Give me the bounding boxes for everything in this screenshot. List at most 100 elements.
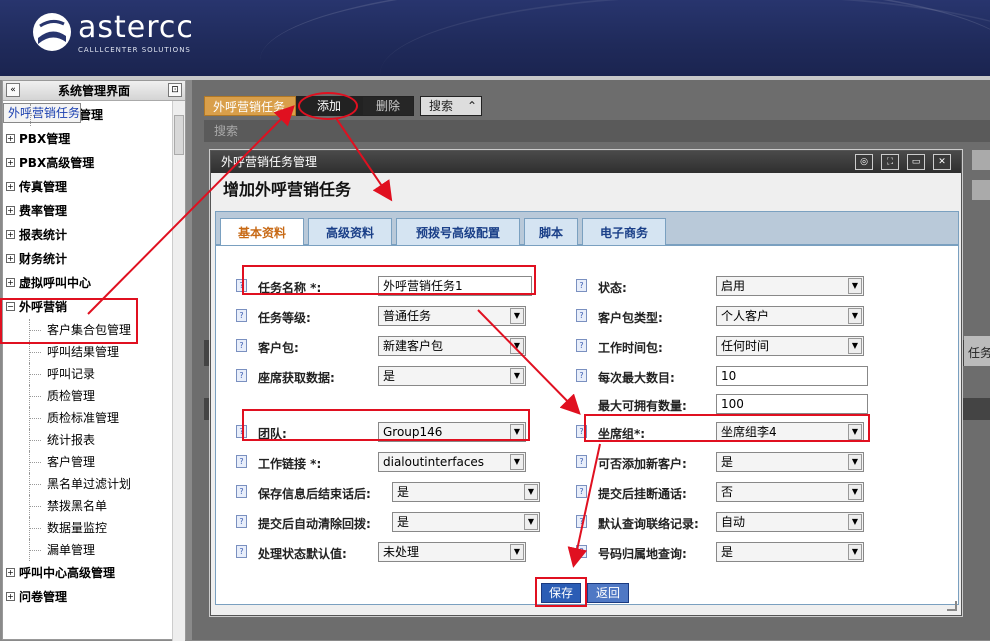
collapse-icon[interactable]: « (6, 83, 20, 97)
nav-node-fax[interactable]: + 传真管理 (3, 175, 171, 199)
task-level-select[interactable]: 普通任务 ▼ (378, 306, 526, 326)
status-select[interactable]: 启用 ▼ (716, 276, 864, 296)
expand-icon[interactable]: + (6, 278, 15, 287)
chevron-down-icon[interactable]: ▼ (510, 338, 524, 354)
collapse-node-icon[interactable]: − (6, 302, 15, 311)
nav-node-reports[interactable]: + 报表统计 (3, 223, 171, 247)
fullscreen-icon[interactable]: ⛶ (881, 154, 899, 170)
customer-package-select[interactable]: 新建客户包 ▼ (378, 336, 526, 356)
chevron-down-icon[interactable]: ▼ (848, 338, 862, 354)
nav-item-stats[interactable]: 统计报表 (3, 429, 171, 451)
auto-clear-callback-select[interactable]: 是 ▼ (392, 512, 540, 532)
sidebar-scrollbar[interactable] (172, 101, 185, 641)
chevron-down-icon[interactable]: ▼ (510, 454, 524, 470)
chevron-down-icon[interactable]: ▼ (848, 424, 862, 440)
help-icon[interactable]: ? (236, 455, 247, 468)
package-type-select[interactable]: 个人客户 ▼ (716, 306, 864, 326)
nav-node-pbx[interactable]: + PBX管理 (3, 127, 171, 151)
nav-item-outbound-task[interactable]: 外呼营销任务 (3, 103, 82, 126)
help-icon[interactable]: ? (576, 339, 587, 352)
tab-predial-config[interactable]: 预拨号高级配置 (396, 218, 520, 248)
expand-icon[interactable]: + (6, 592, 15, 601)
number-location-select[interactable]: 是 ▼ (716, 542, 864, 562)
scrollbar-thumb[interactable] (174, 115, 184, 155)
help-icon[interactable]: ? (576, 309, 587, 322)
dropdown-icon[interactable] (972, 150, 990, 170)
dropdown-icon[interactable] (972, 180, 990, 200)
help-icon[interactable]: ? (236, 545, 247, 558)
chevron-down-icon[interactable]: ▼ (510, 424, 524, 440)
nav-node-outbound-marketing[interactable]: − 外呼营销 (3, 295, 171, 319)
help-icon[interactable]: ? (576, 369, 587, 382)
help-icon[interactable]: ? (236, 339, 247, 352)
tab-ecommerce[interactable]: 电子商务 (582, 218, 666, 248)
help-icon[interactable]: ? (576, 545, 587, 558)
restore-icon[interactable]: ◎ (855, 154, 873, 170)
work-link-select[interactable]: dialoutinterfaces ▼ (378, 452, 526, 472)
chevron-down-icon[interactable]: ▼ (524, 484, 538, 500)
tab-script[interactable]: 脚本 (524, 218, 578, 248)
nav-item-blacklist-plan[interactable]: 黑名单过滤计划 (3, 473, 171, 495)
help-icon[interactable]: ? (576, 425, 587, 438)
task-name-input[interactable]: 外呼营销任务1 (378, 276, 532, 296)
minimize-icon[interactable]: ▭ (907, 154, 925, 170)
default-contact-query-select[interactable]: 自动 ▼ (716, 512, 864, 532)
save-button[interactable]: 保存 (541, 583, 581, 603)
back-button[interactable]: 返回 (587, 583, 629, 603)
nav-node-survey[interactable]: + 问卷管理 (3, 585, 171, 609)
search-toggle-button[interactable]: 搜索 ⌃ (420, 96, 482, 116)
nav-node-virtual-callcenter[interactable]: + 虚拟呼叫中心 (3, 271, 171, 295)
max-own-input[interactable]: 100 (716, 394, 868, 414)
chevron-down-icon[interactable]: ▼ (848, 484, 862, 500)
nav-item-customers[interactable]: 客户管理 (3, 451, 171, 473)
team-select[interactable]: Group146 ▼ (378, 422, 526, 442)
chevron-down-icon[interactable]: ▼ (848, 308, 862, 324)
expand-icon[interactable]: + (6, 568, 15, 577)
add-button[interactable]: 添加 (296, 96, 362, 116)
nav-item-qc-standards[interactable]: 质检标准管理 (3, 407, 171, 429)
help-icon[interactable]: ? (236, 369, 247, 382)
nav-item-customer-package[interactable]: 客户集合包管理 (3, 319, 171, 341)
nav-node-pbx-advanced[interactable]: + PBX高级管理 (3, 151, 171, 175)
agent-group-select[interactable]: 坐席组李4 ▼ (716, 422, 864, 442)
help-icon[interactable]: ? (236, 515, 247, 528)
resize-handle[interactable] (947, 601, 957, 611)
nav-item-qc[interactable]: 质检管理 (3, 385, 171, 407)
default-status-select[interactable]: 未处理 ▼ (378, 542, 526, 562)
chevron-down-icon[interactable]: ▼ (524, 514, 538, 530)
agent-fetch-select[interactable]: 是 ▼ (378, 366, 526, 386)
search-bar[interactable]: 搜索 (204, 120, 990, 142)
tab-advanced-info[interactable]: 高级资料 (308, 218, 392, 248)
help-icon[interactable]: ? (576, 485, 587, 498)
close-icon[interactable]: ✕ (933, 154, 951, 170)
chevron-down-icon[interactable]: ▼ (848, 544, 862, 560)
expand-icon[interactable]: + (6, 206, 15, 215)
expand-icon[interactable]: + (6, 158, 15, 167)
tab-outbound-task[interactable]: 外呼营销任务 (204, 96, 296, 116)
nav-item-missed[interactable]: 漏单管理 (3, 539, 171, 561)
chevron-down-icon[interactable]: ▼ (848, 454, 862, 470)
nav-item-call-result[interactable]: 呼叫结果管理 (3, 341, 171, 363)
expand-icon[interactable]: + (6, 134, 15, 143)
help-icon[interactable]: ? (236, 425, 247, 438)
tab-basic-info[interactable]: 基本资料 (220, 218, 304, 248)
help-icon[interactable]: ? (236, 279, 247, 292)
max-per-time-input[interactable]: 10 (716, 366, 868, 386)
end-after-save-select[interactable]: 是 ▼ (392, 482, 540, 502)
help-icon[interactable]: ? (576, 279, 587, 292)
pin-icon[interactable]: ⊡ (168, 83, 182, 97)
grid-column-header[interactable]: 任务 (964, 336, 990, 366)
nav-item-call-records[interactable]: 呼叫记录 (3, 363, 171, 385)
allow-new-customer-select[interactable]: 是 ▼ (716, 452, 864, 472)
chevron-down-icon[interactable]: ▼ (848, 514, 862, 530)
help-icon[interactable]: ? (236, 485, 247, 498)
expand-icon[interactable]: + (6, 182, 15, 191)
nav-node-rates[interactable]: + 费率管理 (3, 199, 171, 223)
delete-button[interactable]: 删除 (362, 96, 414, 116)
chevron-down-icon[interactable]: ▼ (510, 544, 524, 560)
work-time-select[interactable]: 任何时间 ▼ (716, 336, 864, 356)
expand-icon[interactable]: + (6, 230, 15, 239)
chevron-down-icon[interactable]: ▼ (510, 368, 524, 384)
help-icon[interactable]: ? (576, 515, 587, 528)
help-icon[interactable]: ? (576, 455, 587, 468)
